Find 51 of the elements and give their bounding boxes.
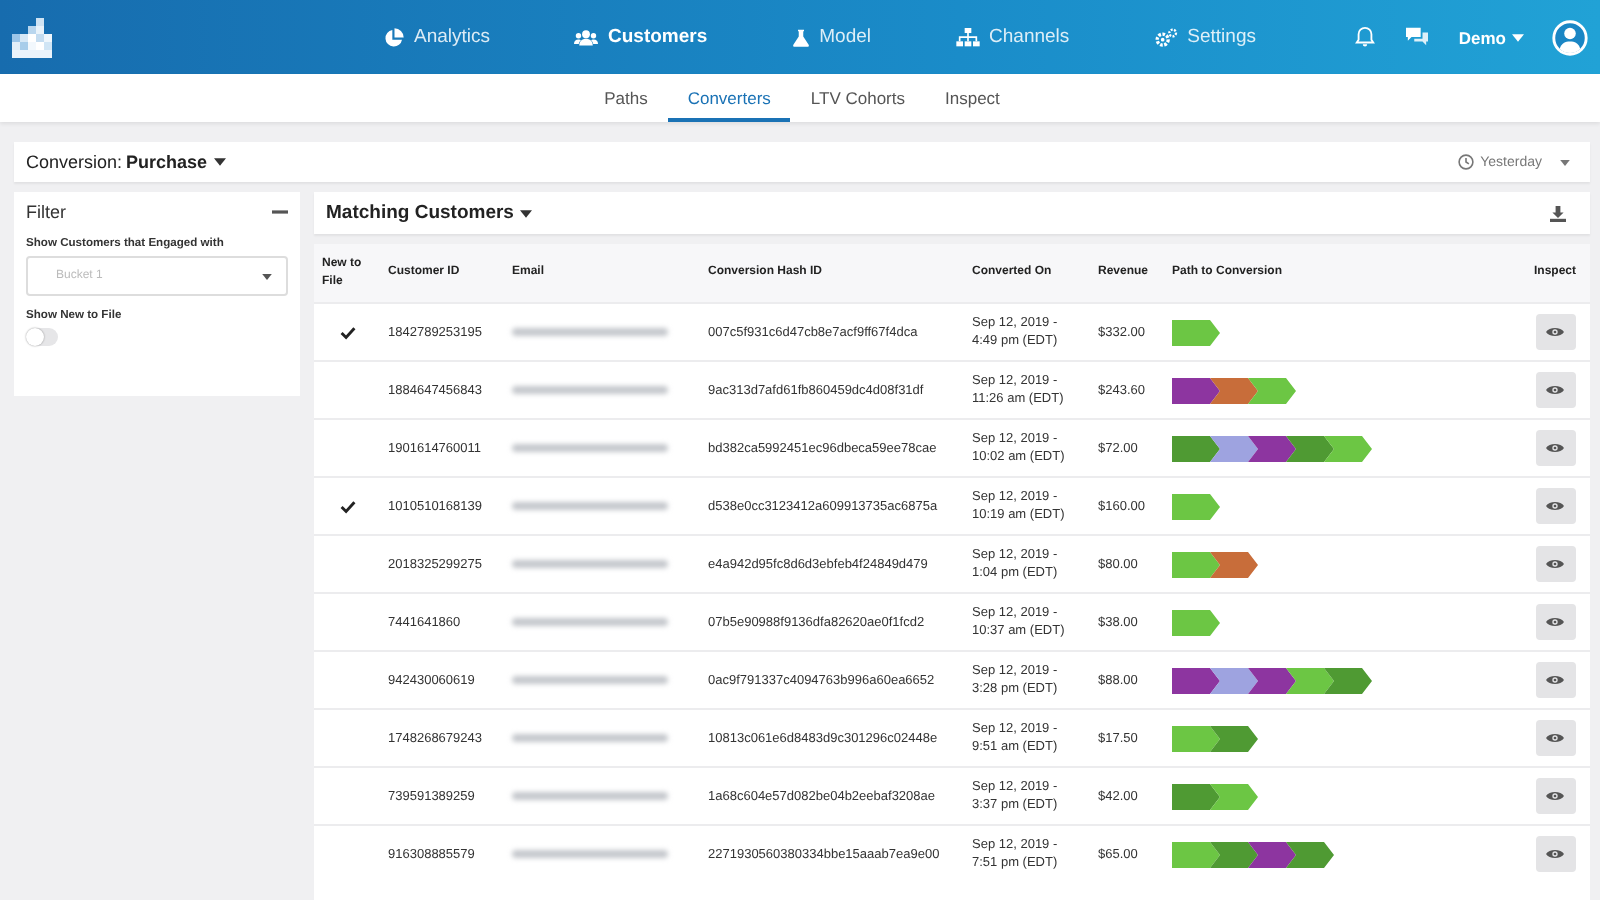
eye-icon: [1546, 790, 1564, 802]
eye-icon: [1546, 384, 1564, 396]
caret-icon: [1512, 33, 1524, 41]
eye-icon: [1546, 616, 1564, 628]
inspect-button[interactable]: [1535, 604, 1575, 640]
user-menu[interactable]: Demo: [1458, 27, 1524, 47]
bell-icon: [1354, 26, 1377, 48]
sub-tab[interactable]: LTV Cohorts: [790, 74, 925, 122]
sub-tab[interactable]: Inspect: [925, 74, 1020, 122]
sub-tab[interactable]: Converters: [667, 74, 791, 122]
inspect-button[interactable]: [1535, 488, 1575, 524]
users-icon: [574, 27, 599, 47]
inspect-button[interactable]: [1535, 778, 1575, 814]
download-button[interactable]: [1546, 201, 1570, 225]
inspect-button[interactable]: [1535, 314, 1575, 350]
matching-customers-dropdown[interactable]: Matching Customers: [326, 202, 532, 224]
caret-icon: [519, 209, 532, 217]
logo-icon: [12, 17, 52, 57]
user-avatar-icon: [1552, 19, 1588, 55]
chat-icon: [1404, 26, 1431, 48]
inspect-button[interactable]: [1535, 372, 1575, 408]
caret-icon: [262, 273, 272, 279]
download-icon: [1550, 205, 1566, 221]
nav-tab[interactable]: Model: [791, 26, 872, 48]
filter-title: Filter: [26, 202, 66, 222]
eye-icon: [1546, 326, 1564, 338]
inspect-button[interactable]: [1535, 720, 1575, 756]
inspect-button[interactable]: [1535, 662, 1575, 698]
inspect-button[interactable]: [1535, 430, 1575, 466]
nav-tab[interactable]: Customers: [574, 26, 708, 48]
inspect-button[interactable]: [1535, 546, 1575, 582]
new-to-file-toggle[interactable]: [26, 328, 58, 346]
nav-tab[interactable]: Settings: [1153, 26, 1256, 48]
eye-icon: [1546, 848, 1564, 860]
eye-icon: [1546, 558, 1564, 570]
sitemap-icon: [955, 27, 980, 47]
nav-tab[interactable]: Analytics: [384, 26, 491, 48]
eye-icon: [1546, 732, 1564, 744]
inspect-button[interactable]: [1535, 836, 1575, 872]
clock-icon: [1458, 154, 1475, 170]
caret-icon: [213, 158, 226, 166]
eye-icon: [1546, 442, 1564, 454]
flask-icon: [791, 27, 810, 47]
eye-icon: [1546, 674, 1564, 686]
eye-icon: [1546, 500, 1564, 512]
nav-tab[interactable]: Channels: [955, 26, 1070, 48]
sub-tab[interactable]: Paths: [584, 74, 668, 122]
conversion-dropdown[interactable]: Conversion: Purchase: [26, 152, 226, 172]
caret-icon: [1560, 159, 1570, 165]
pie-chart-icon: [384, 27, 404, 47]
gears-icon: [1153, 27, 1178, 47]
